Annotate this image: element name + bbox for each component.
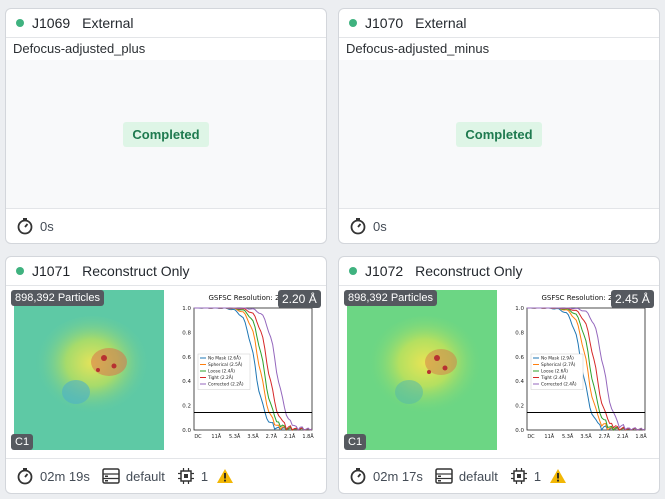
fsc-chart[interactable]: GSFSC Resolution: 2.20 Å0.00.20.40.60.81… [166,290,321,454]
particle-count-badge: 898,392 Particles [11,290,104,306]
card-body: Completed [6,60,326,209]
x-tick-label: 2.7Å [266,433,278,440]
stopwatch-icon [349,217,367,235]
card-body: 898,392 Particles C1 GSFSC Resolution: 2… [339,286,659,459]
lane-icon [102,468,120,484]
card-footer: 02m 17s default 1 [339,459,659,493]
legend-label: No Mask (2.9Å) [541,355,574,362]
y-tick-label: 0.4 [515,379,524,385]
x-tick-label: 3.5Å [247,433,259,440]
y-tick-label: 0.0 [515,428,524,434]
density-map-image[interactable] [14,290,164,450]
y-tick-label: 0.8 [182,330,191,336]
duration: 0s [40,218,54,234]
y-tick-label: 0.6 [515,355,524,361]
gpu-count: 1 [533,468,542,484]
legend-label: Corrected (2.2Å) [208,381,244,388]
stopwatch-icon [16,467,34,485]
card-body: Completed [339,60,659,209]
legend-label: Corrected (2.4Å) [541,381,577,388]
legend-label: Spherical (2.7Å) [541,361,576,368]
duration: 0s [373,218,387,234]
job-id[interactable]: J1070 [365,15,403,31]
job-card-j1070[interactable]: J1070 External Defocus-adjusted_minus Co… [338,8,660,244]
status-dot [16,19,24,27]
x-tick-label: 11Å [211,433,221,440]
job-card-j1071[interactable]: J1071 Reconstruct Only 898,392 Particles… [5,256,327,494]
y-tick-label: 0.4 [182,379,191,385]
job-id[interactable]: J1072 [365,263,403,279]
gpu-chip-icon [177,467,195,485]
resolution-badge: 2.20 Å [278,290,321,308]
job-type: External [82,15,134,31]
card-footer: 0s [6,209,326,243]
legend-label: Tight (2.4Å) [540,374,567,381]
legend-label: Loose (2.6Å) [541,368,568,375]
card-footer: 02m 19s default 1 [6,459,326,493]
x-tick-label: 3.5Å [580,433,592,440]
x-tick-label: DC [194,434,202,440]
resolution-badge: 2.45 Å [611,290,654,308]
duration: 02m 17s [373,468,423,484]
x-tick-label: 5.3Å [562,433,574,440]
lane-name: default [125,468,165,484]
card-body: 898,392 Particles C1 GSFSC Resolution: 2… [6,286,326,459]
legend-label: Spherical (2.5Å) [208,361,243,368]
status-badge: Completed [456,121,542,147]
duration: 02m 19s [40,468,90,484]
job-card-j1069[interactable]: J1069 External Defocus-adjusted_plus Com… [5,8,327,244]
y-tick-label: 0.6 [182,355,191,361]
job-id[interactable]: J1071 [32,263,70,279]
card-footer: 0s [339,209,659,243]
job-title[interactable]: Defocus-adjusted_plus [6,38,326,61]
particle-count-badge: 898,392 Particles [344,290,437,306]
lane-icon [435,468,453,484]
x-tick-label: 11Å [544,433,554,440]
card-header: J1072 Reconstruct Only [339,257,659,286]
card-header: J1070 External [339,9,659,38]
x-tick-label: 2.1Å [284,433,296,440]
job-type: Reconstruct Only [82,263,190,279]
gpu-chip-icon [510,467,528,485]
stopwatch-icon [16,217,34,235]
x-tick-label: DC [527,434,535,440]
y-tick-label: 0.0 [182,428,191,434]
job-card-j1072[interactable]: J1072 Reconstruct Only 898,392 Particles… [338,256,660,494]
status-dot [16,267,24,275]
y-tick-label: 1.0 [182,306,191,312]
legend-label: Loose (2.4Å) [208,368,235,375]
density-map-image[interactable] [347,290,497,450]
job-type: Reconstruct Only [415,263,523,279]
job-id[interactable]: J1069 [32,15,70,31]
fsc-chart[interactable]: GSFSC Resolution: 2.45 Å0.00.20.40.60.81… [499,290,654,454]
legend-label: No Mask (2.6Å) [208,355,241,362]
card-header: J1069 External [6,9,326,38]
status-dot [349,267,357,275]
symmetry-badge: C1 [11,434,34,450]
card-header: J1071 Reconstruct Only [6,257,326,286]
symmetry-badge: C1 [344,434,367,450]
job-type: External [415,15,467,31]
x-tick-label: 2.7Å [599,433,611,440]
y-tick-label: 1.0 [515,306,524,312]
y-tick-label: 0.8 [515,330,524,336]
warning-icon[interactable] [549,468,567,484]
job-title[interactable]: Defocus-adjusted_minus [339,38,659,61]
y-tick-label: 0.2 [515,404,524,410]
y-tick-label: 0.2 [182,404,191,410]
x-tick-label: 1.8Å [635,433,647,440]
warning-icon[interactable] [216,468,234,484]
status-badge: Completed [123,121,209,147]
lane-name: default [458,468,498,484]
legend-label: Tight (2.2Å) [207,374,234,381]
gpu-count: 1 [200,468,209,484]
x-tick-label: 5.3Å [229,433,241,440]
x-tick-label: 2.1Å [617,433,629,440]
stopwatch-icon [349,467,367,485]
status-dot [349,19,357,27]
x-tick-label: 1.8Å [302,433,314,440]
